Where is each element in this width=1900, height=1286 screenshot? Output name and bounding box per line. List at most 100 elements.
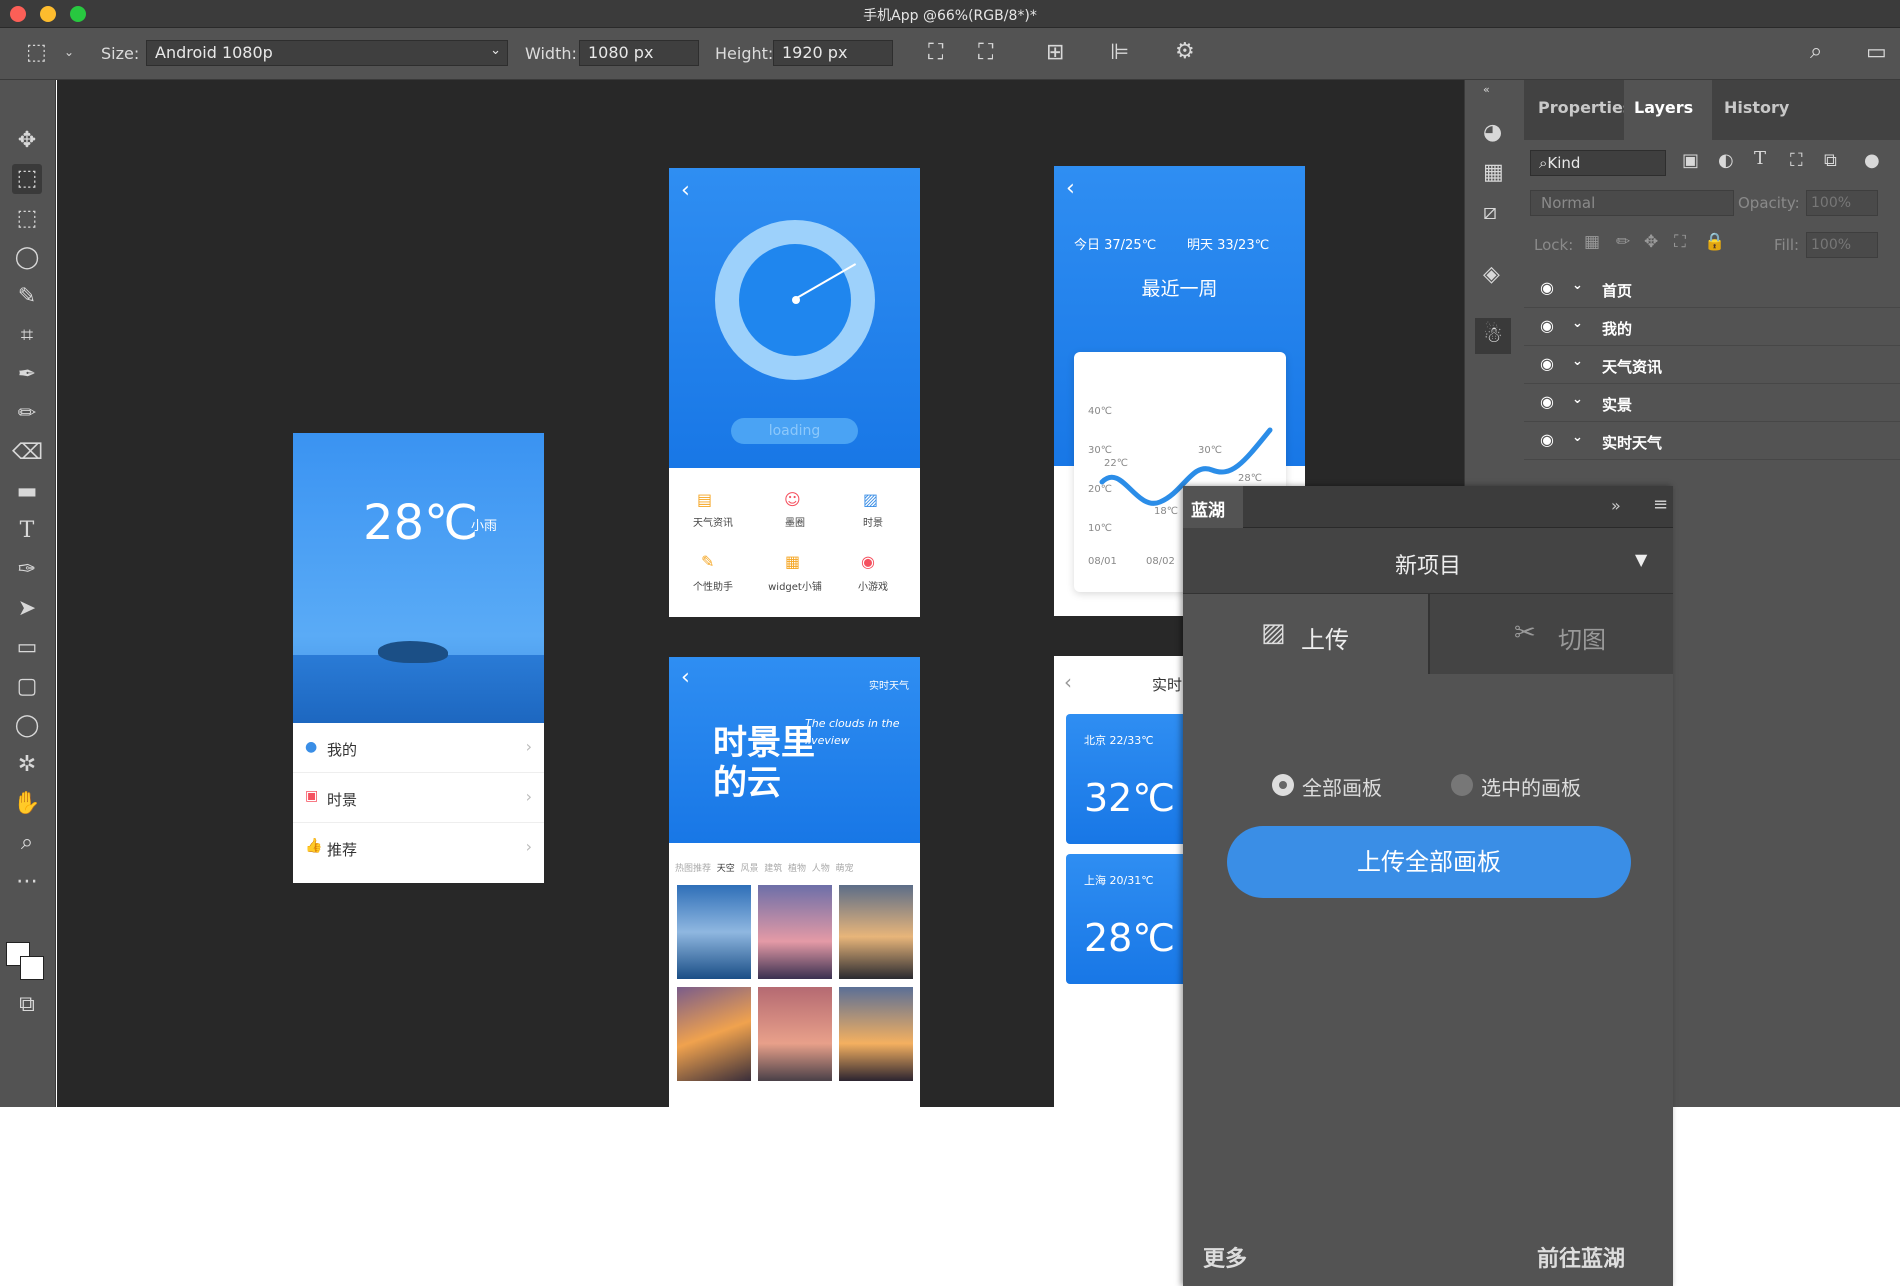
workspace-icon[interactable]: ▭ xyxy=(1866,42,1887,64)
lasso-tool-icon[interactable]: ◯ xyxy=(12,243,42,273)
lock-pixels-icon[interactable]: ✏ xyxy=(1616,234,1630,251)
chevron-down-icon[interactable]: ⌄ xyxy=(1572,392,1583,407)
lock-transparent-icon[interactable]: ▦ xyxy=(1584,234,1600,251)
quick-select-tool-icon[interactable]: ✎ xyxy=(12,282,42,312)
expand-icon[interactable]: » xyxy=(1611,496,1621,515)
artboard-home[interactable]: 28℃ 小雨 ● 我的 › ▣ 时景 › 👍 推荐 › xyxy=(293,433,544,883)
add-artboard-icon[interactable]: ⊞ xyxy=(1046,42,1064,64)
project-select[interactable]: 新项目 ▼ xyxy=(1183,528,1673,594)
palette-icon[interactable]: ◕ xyxy=(1483,122,1502,144)
grid-icon[interactable]: ▦ xyxy=(1483,162,1504,184)
eye-icon[interactable]: ◉ xyxy=(1540,392,1554,411)
artboard-panel-icon[interactable]: ⧄ xyxy=(1483,202,1497,224)
back-icon[interactable]: ‹ xyxy=(681,178,690,203)
chevron-down-icon[interactable]: ⌄ xyxy=(1572,316,1583,331)
rounded-rect-tool-icon[interactable]: ▢ xyxy=(12,672,42,702)
radio-selected-label[interactable]: 选中的画板 xyxy=(1481,772,1581,801)
tab-slice[interactable]: ✂ 切图 xyxy=(1428,594,1673,674)
chevron-down-icon[interactable]: ⌄ xyxy=(1572,430,1583,445)
tab-scenery[interactable]: 风景 xyxy=(741,864,759,874)
chevron-down-icon[interactable]: ⌄ xyxy=(1572,278,1583,293)
gear-icon[interactable]: ⚙ xyxy=(1175,41,1195,63)
photo-thumbnail[interactable] xyxy=(677,885,751,979)
radio-all[interactable] xyxy=(1272,774,1294,796)
artboard-tool-icon[interactable]: ⬚ xyxy=(26,42,47,64)
lock-artboard-icon[interactable]: ⛶ xyxy=(1674,234,1686,251)
tab-history[interactable]: History xyxy=(1724,98,1789,117)
tab-pets[interactable]: 萌宠 xyxy=(836,864,854,874)
custom-shape-tool-icon[interactable]: ✲ xyxy=(12,750,42,780)
adjustment-filter-icon[interactable]: ◐ xyxy=(1718,152,1734,170)
eye-icon[interactable]: ◉ xyxy=(1540,316,1554,335)
crop-tool-icon[interactable]: ⌗ xyxy=(12,321,42,351)
more-link[interactable]: 更多 xyxy=(1203,1241,1247,1273)
menu-item-recommend[interactable]: 👍 推荐 › xyxy=(293,823,544,873)
eye-icon[interactable]: ◉ xyxy=(1540,430,1554,449)
type-tool-icon[interactable]: T xyxy=(12,516,42,546)
tab-properties[interactable]: Properties xyxy=(1538,98,1632,117)
opacity-input[interactable]: 100% xyxy=(1806,190,1878,216)
tab-people[interactable]: 人物 xyxy=(812,864,830,874)
filter-toggle-icon[interactable]: ● xyxy=(1864,152,1880,170)
shape-filter-icon[interactable]: ⛶ xyxy=(1790,152,1803,170)
diamond-icon[interactable]: ◈ xyxy=(1483,264,1500,286)
menu-icon[interactable]: ≡ xyxy=(1653,494,1668,515)
eyedropper-tool-icon[interactable]: ✒ xyxy=(12,360,42,390)
lock-position-icon[interactable]: ✥ xyxy=(1644,234,1658,251)
goto-lanhu-link[interactable]: 前往蓝湖 xyxy=(1537,1241,1625,1273)
radio-selected[interactable] xyxy=(1451,774,1473,796)
radio-all-label[interactable]: 全部画板 xyxy=(1302,772,1382,801)
brush-tool-icon[interactable]: ✏ xyxy=(12,399,42,429)
photo-thumbnail[interactable] xyxy=(839,987,913,1081)
tab-upload[interactable]: ▨ 上传 xyxy=(1183,594,1428,674)
screen-mode-icon[interactable]: ⧉ xyxy=(12,990,42,1020)
fill-input[interactable]: 100% xyxy=(1806,232,1878,258)
tab-hot[interactable]: 热图推荐 xyxy=(675,864,711,874)
marquee-tool-icon[interactable]: ⬚ xyxy=(12,204,42,234)
collapse-icon[interactable]: « xyxy=(1483,84,1490,95)
layer-row[interactable]: ◉ ⌄ 首页 xyxy=(1524,270,1900,308)
tab-building[interactable]: 建筑 xyxy=(764,864,782,874)
move-tool-icon[interactable]: ✥ xyxy=(12,126,42,156)
layer-row[interactable]: ◉ ⌄ 实时天气 xyxy=(1524,422,1900,460)
tab-sky[interactable]: 天空 xyxy=(717,864,735,874)
artboard-loading[interactable]: ‹ loading ▤ ☺ ▨ 天气资讯 墨圈 时景 ✎ ▦ ◉ 个性助手 wi… xyxy=(669,168,920,617)
pen-tool-icon[interactable]: ✑ xyxy=(12,555,42,585)
lanhu-plugin-icon[interactable]: ☃ xyxy=(1475,318,1511,354)
ellipse-tool-icon[interactable]: ◯ xyxy=(12,711,42,741)
height-input[interactable]: 1920 px xyxy=(773,40,893,66)
align-icon[interactable]: ⊫ xyxy=(1110,42,1129,64)
tab-layers[interactable]: Layers xyxy=(1634,98,1693,117)
artboard-tool-icon[interactable]: ⬚ xyxy=(12,164,42,194)
back-icon[interactable]: ‹ xyxy=(681,665,690,690)
type-filter-icon[interactable]: T xyxy=(1754,150,1766,168)
menu-item-mine[interactable]: ● 我的 › xyxy=(293,723,544,773)
layer-row[interactable]: ◉ ⌄ 我的 xyxy=(1524,308,1900,346)
size-select[interactable]: Android 1080p ⌄ xyxy=(146,40,508,66)
back-icon[interactable]: ‹ xyxy=(1064,670,1072,694)
hand-tool-icon[interactable]: ✋ xyxy=(12,789,42,819)
tab-plant[interactable]: 植物 xyxy=(788,864,806,874)
make-landscape-icon[interactable]: ⛶ xyxy=(978,42,993,64)
photo-thumbnail[interactable] xyxy=(758,885,832,979)
gradient-tool-icon[interactable]: ▬ xyxy=(12,477,42,507)
width-input[interactable]: 1080 px xyxy=(579,40,699,66)
more-tools-icon[interactable]: ⋯ xyxy=(12,867,42,897)
realtime-link[interactable]: 实时天气 xyxy=(869,677,909,692)
path-select-tool-icon[interactable]: ➤ xyxy=(12,594,42,624)
smart-object-filter-icon[interactable]: ⧉ xyxy=(1824,152,1837,170)
eraser-tool-icon[interactable]: ⌫ xyxy=(12,438,43,468)
eye-icon[interactable]: ◉ xyxy=(1540,278,1554,297)
pixel-filter-icon[interactable]: ▣ xyxy=(1682,152,1699,170)
photo-thumbnail[interactable] xyxy=(677,987,751,1081)
photo-thumbnail[interactable] xyxy=(839,885,913,979)
photo-thumbnail[interactable] xyxy=(758,987,832,1081)
menu-item-scene[interactable]: ▣ 时景 › xyxy=(293,773,544,823)
upload-all-button[interactable]: 上传全部画板 xyxy=(1227,826,1631,898)
lock-all-icon[interactable]: 🔒 xyxy=(1704,234,1725,251)
layer-row[interactable]: ◉ ⌄ 实景 xyxy=(1524,384,1900,422)
make-portrait-icon[interactable]: ⛶ xyxy=(928,42,943,64)
chevron-down-icon[interactable]: ⌄ xyxy=(1572,354,1583,369)
rectangle-tool-icon[interactable]: ▭ xyxy=(12,633,42,663)
blend-mode-select[interactable]: Normal xyxy=(1530,190,1734,216)
